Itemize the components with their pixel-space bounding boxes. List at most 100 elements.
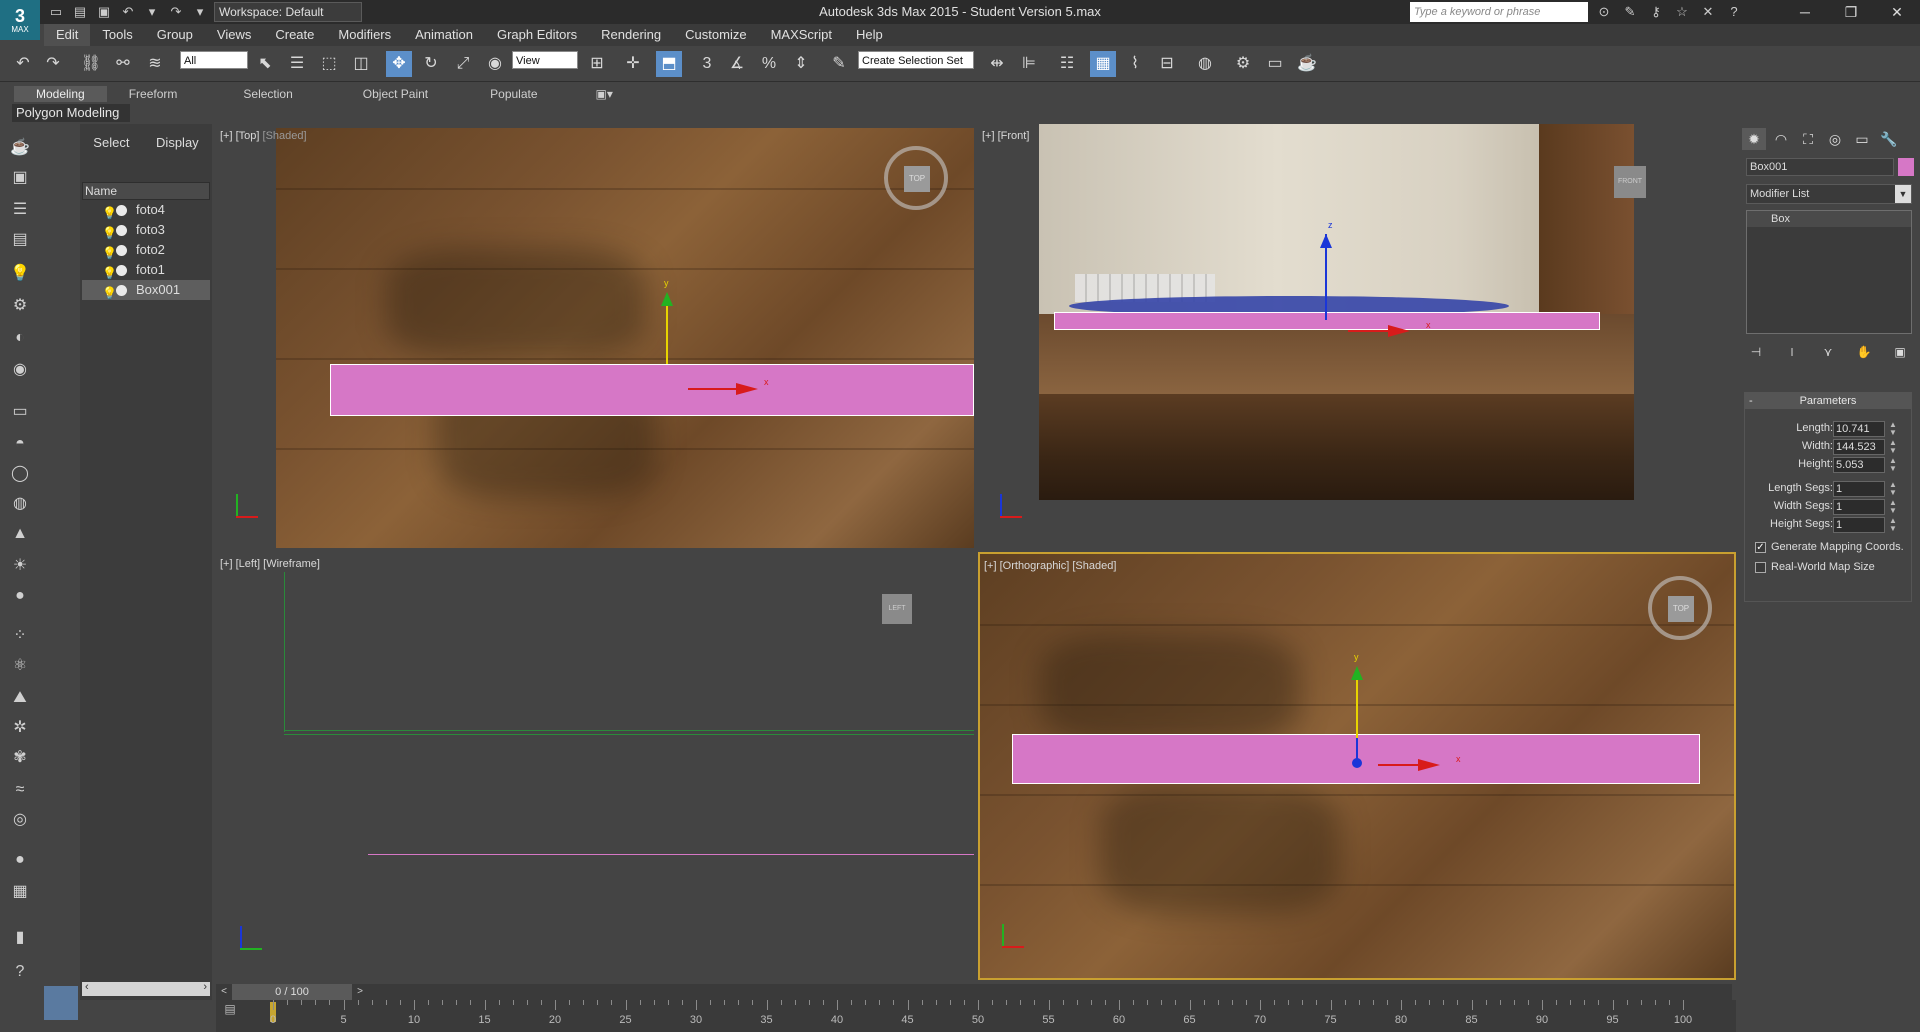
time-slider-handle[interactable]: 0 / 100 [232, 984, 352, 1000]
save-icon[interactable]: ▣ [94, 2, 114, 22]
menu-help[interactable]: Help [844, 24, 895, 46]
viewcube-face[interactable]: LEFT [882, 594, 912, 624]
render-setup-icon[interactable]: ⚙ [1230, 51, 1256, 77]
pivot-center-icon[interactable]: ⊞ [584, 51, 610, 77]
light-bulb-icon[interactable]: 💡 [102, 283, 117, 303]
menu-edit[interactable]: Edit [44, 24, 91, 46]
close-button[interactable]: ✕ [1874, 0, 1920, 24]
help-circle-icon[interactable]: ? [8, 960, 32, 984]
app-logo[interactable]: 3 MAX [0, 0, 40, 40]
menu-group[interactable]: Group [145, 24, 205, 46]
height-spinner[interactable]: ▲ ▼ [1889, 457, 1897, 473]
selection-filter-dropdown[interactable]: All [180, 51, 248, 69]
percent-snap-icon[interactable]: % [756, 51, 782, 77]
time-slider[interactable]: < 0 / 100 > [216, 984, 1732, 1000]
align-icon[interactable]: ⊫ [1016, 51, 1042, 77]
length-segs-spinner[interactable]: ▲ ▼ [1889, 481, 1897, 497]
link-icon[interactable]: ⛓ [78, 51, 104, 77]
curve-editor-icon[interactable]: ⌇ [1122, 51, 1148, 77]
height-segs-spinner[interactable]: ▲ ▼ [1889, 517, 1897, 533]
scroll-right-icon[interactable]: › [203, 981, 207, 993]
material-editor-icon[interactable]: ◍ [1192, 51, 1218, 77]
width-segs-field[interactable]: 1 [1833, 499, 1885, 515]
menu-animation[interactable]: Animation [403, 24, 485, 46]
motion-tab-icon[interactable]: ◎ [1823, 128, 1847, 150]
cone-icon[interactable]: ▲ [8, 522, 32, 546]
menu-maxscript[interactable]: MAXScript [759, 24, 844, 46]
scroll-left-icon[interactable]: ‹ [85, 981, 89, 993]
ribbon-tab-selection[interactable]: Selection [199, 86, 336, 102]
window-crossing-icon[interactable]: ◫ [348, 51, 374, 77]
camera-icon[interactable]: ◐ [8, 326, 32, 350]
viewport-layout-button[interactable] [44, 986, 78, 1020]
length-segs-field[interactable]: 1 [1833, 481, 1885, 497]
gizmo-y-arrow[interactable] [661, 292, 673, 306]
gizmo-z-tip[interactable] [1352, 758, 1362, 768]
select-and-scale-icon[interactable]: ⤢ [450, 51, 476, 77]
sun-icon[interactable]: ☀ [8, 554, 32, 578]
workspace-dropdown[interactable]: Workspace: Default [214, 2, 362, 22]
ribbon-options-icon[interactable]: ▣▾ [574, 86, 635, 102]
unlink-icon[interactable]: ⚯ [110, 51, 136, 77]
length-spinner[interactable]: ▲ ▼ [1889, 421, 1897, 437]
chevron-down-icon[interactable]: ▼ [1895, 185, 1911, 203]
utilities-tab-icon[interactable]: 🔧 [1877, 128, 1901, 150]
width-segs-spinner[interactable]: ▲ ▼ [1889, 499, 1897, 515]
minimize-button[interactable]: ─ [1782, 0, 1828, 24]
explorer-name-column[interactable]: Name [82, 182, 210, 200]
teapot-icon[interactable]: ☕ [8, 136, 32, 160]
height-segs-field[interactable]: 1 [1833, 517, 1885, 533]
torus-icon[interactable]: ● [8, 584, 32, 608]
select-and-move-button[interactable]: ✥ [386, 51, 412, 77]
open-file-icon[interactable]: ▤ [70, 2, 90, 22]
new-file-icon[interactable]: ▭ [46, 2, 66, 22]
modify-tab-icon[interactable]: ◠ [1769, 128, 1793, 150]
visibility-icon[interactable] [116, 205, 127, 216]
visibility-icon[interactable] [116, 225, 127, 236]
ribbon-tab-object-paint[interactable]: Object Paint [337, 86, 454, 102]
viewport-label[interactable]: [+] [Left] [Wireframe] [220, 558, 320, 570]
help-icon[interactable]: ? [1724, 2, 1744, 22]
box001-object[interactable] [330, 364, 974, 416]
redo-icon[interactable]: ↷ [166, 2, 186, 22]
list-item-selected[interactable]: 💡 Box001 [82, 280, 210, 300]
checkbox-checked-icon[interactable]: ✓ [1755, 542, 1766, 553]
list-item[interactable]: 💡 foto2 [82, 240, 210, 260]
hemisphere-icon[interactable]: ◓ [8, 432, 32, 456]
length-field[interactable]: 10.741 [1833, 421, 1885, 437]
modifier-list-dropdown[interactable]: Modifier List ▼ [1746, 184, 1912, 204]
menu-create[interactable]: Create [263, 24, 326, 46]
ribbon-tab-populate[interactable]: Populate [454, 86, 573, 102]
wrench-icon[interactable]: ✎ [1620, 2, 1640, 22]
viewport-label[interactable]: [+] [Top] [Shaded] [220, 130, 307, 142]
layer-manager-icon[interactable]: ☷ [1054, 51, 1080, 77]
gizmo-y-axis[interactable] [666, 302, 668, 364]
list-icon[interactable]: ☰ [8, 198, 32, 222]
redo-dropdown-icon[interactable]: ▾ [190, 2, 210, 22]
time-prev-icon[interactable]: < [216, 984, 232, 1000]
explorer-tab-select[interactable]: Select [93, 135, 129, 150]
plant-icon[interactable]: ✾ [8, 746, 32, 770]
angle-snap-icon[interactable]: ∡ [724, 51, 750, 77]
list-item[interactable]: 💡 foto1 [82, 260, 210, 280]
layers-icon[interactable]: ▤ [8, 228, 32, 252]
gizmo-y-arrow[interactable] [1351, 666, 1363, 680]
display-tab-icon[interactable]: ▭ [1850, 128, 1874, 150]
ribbon-panel-title[interactable]: Polygon Modeling [12, 104, 130, 122]
redo-button[interactable]: ↷ [40, 51, 66, 77]
hierarchy-tab-icon[interactable]: ⛶ [1796, 128, 1820, 150]
width-spinner[interactable]: ▲ ▼ [1889, 439, 1897, 455]
undo-dropdown-icon[interactable]: ▾ [142, 2, 162, 22]
track-bar-menu-icon[interactable]: ▤ [220, 1002, 240, 1022]
checkbox-empty-icon[interactable] [1755, 562, 1766, 573]
viewcube[interactable]: TOP [884, 146, 948, 210]
visibility-icon[interactable] [116, 245, 127, 256]
reference-coordinate-dropdown[interactable]: View [512, 51, 578, 69]
light-icon[interactable]: 💡 [8, 262, 32, 286]
gizmo-x-axis[interactable] [1348, 330, 1392, 332]
star-icon[interactable]: ☆ [1672, 2, 1692, 22]
visibility-icon[interactable] [116, 285, 127, 296]
object-color-swatch[interactable] [1898, 158, 1914, 176]
ribbon-tab-freeform[interactable]: Freeform [107, 86, 200, 102]
rendered-frame-window-icon[interactable]: ▭ [1262, 51, 1288, 77]
